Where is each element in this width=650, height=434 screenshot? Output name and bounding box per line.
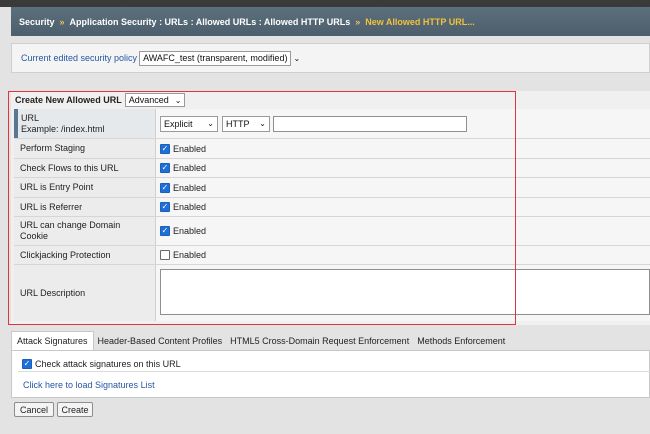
check-flows-checkbox[interactable]: ✓: [160, 163, 170, 173]
entry-point-cell: ✓ Enabled: [156, 178, 650, 197]
perform-staging-row: Perform Staging ✓ Enabled: [14, 139, 650, 159]
url-type-value: Explicit: [164, 118, 193, 129]
url-example: Example: /index.html: [21, 123, 105, 134]
perform-staging-checkbox[interactable]: ✓: [160, 143, 170, 154]
referrer-label: URL is Referrer: [14, 198, 156, 216]
create-title: Create New Allowed URL: [15, 95, 122, 105]
domain-cookie-cell: ✓ Enabled: [156, 217, 650, 245]
referrer-row: URL is Referrer ✓ Enabled: [14, 198, 650, 217]
url-label-cell: URL Example: /index.html: [14, 109, 156, 138]
policy-select[interactable]: AWAFC_test (transparent, modified) ⌄: [139, 50, 300, 66]
description-label: URL Description: [14, 265, 156, 321]
breadcrumb-separator-icon: »: [355, 16, 361, 27]
breadcrumb-root[interactable]: Security: [19, 17, 55, 27]
cancel-button[interactable]: Cancel: [14, 402, 54, 417]
domain-cookie-row: URL can change Domain Cookie ✓ Enabled: [14, 217, 650, 246]
check-flows-cell: ✓ Enabled: [156, 159, 650, 177]
signature-check-label: Check attack signatures on this URL: [35, 358, 181, 369]
clickjacking-row: Clickjacking Protection Enabled: [14, 246, 650, 265]
mode-select[interactable]: Advanced ⌄: [124, 93, 185, 107]
url-form: URL Example: /index.html Explicit ⌄ HTTP…: [14, 109, 650, 321]
top-strip: [0, 0, 650, 7]
url-value-cell: Explicit ⌄ HTTP ⌄: [156, 109, 650, 138]
breadcrumb-path[interactable]: Application Security : URLs : Allowed UR…: [70, 17, 351, 27]
clickjacking-cell: Enabled: [156, 246, 650, 264]
tab-attack-signatures[interactable]: Attack Signatures: [11, 331, 94, 350]
attack-signatures-panel: ✓ Check attack signatures on this URL Cl…: [11, 350, 650, 398]
url-label: URL: [21, 112, 40, 123]
chevron-down-icon: ⌄: [174, 95, 182, 105]
entry-point-row: URL is Entry Point ✓ Enabled: [14, 178, 650, 198]
load-signatures-link[interactable]: Click here to load Signatures List: [23, 380, 155, 390]
create-button[interactable]: Create: [57, 402, 93, 417]
breadcrumb-separator-icon: »: [59, 16, 65, 27]
url-row: URL Example: /index.html Explicit ⌄ HTTP…: [14, 109, 650, 139]
url-type-select[interactable]: Explicit ⌄: [160, 115, 218, 132]
clickjacking-value: Enabled: [173, 250, 207, 260]
clickjacking-checkbox[interactable]: [160, 250, 170, 260]
mode-select-value: Advanced: [128, 95, 169, 105]
domain-cookie-value: Enabled: [173, 226, 207, 236]
description-textarea[interactable]: [160, 269, 650, 315]
breadcrumb-current: New Allowed HTTP URL...: [365, 16, 475, 27]
signature-check-row: ✓ Check attack signatures on this URL: [18, 356, 650, 372]
signature-checkbox[interactable]: ✓: [22, 358, 32, 369]
policy-bar: Current edited security policy AWAFC_tes…: [11, 43, 650, 73]
entry-point-value: Enabled: [173, 182, 207, 193]
protocol-select[interactable]: HTTP ⌄: [222, 115, 270, 132]
policy-select-value: AWAFC_test (transparent, modified): [143, 53, 288, 63]
tab-header-content-profiles[interactable]: Header-Based Content Profiles: [94, 332, 227, 350]
tab-bar: Attack Signatures Header-Based Content P…: [11, 330, 650, 350]
referrer-cell: ✓ Enabled: [156, 198, 650, 216]
breadcrumb: Security » Application Security : URLs :…: [11, 7, 650, 36]
perform-staging-cell: ✓ Enabled: [156, 139, 650, 158]
chevron-down-icon: ⌄: [293, 53, 301, 63]
check-flows-row: Check Flows to this URL ✓ Enabled: [14, 159, 650, 178]
perform-staging-label: Perform Staging: [14, 139, 156, 158]
policy-label: Current edited security policy: [21, 53, 138, 63]
entry-point-label: URL is Entry Point: [14, 178, 156, 197]
protocol-value: HTTP: [226, 118, 250, 129]
referrer-checkbox[interactable]: ✓: [160, 202, 170, 212]
entry-point-checkbox[interactable]: ✓: [160, 182, 170, 193]
tab-html5-cross-domain[interactable]: HTML5 Cross-Domain Request Enforcement: [226, 332, 413, 350]
referrer-value: Enabled: [173, 202, 207, 212]
check-flows-label: Check Flows to this URL: [14, 159, 156, 177]
domain-cookie-label: URL can change Domain Cookie: [14, 217, 156, 245]
domain-cookie-checkbox[interactable]: ✓: [160, 226, 170, 236]
create-header: Create New Allowed URL Advanced ⌄: [11, 91, 185, 109]
url-input[interactable]: [273, 115, 467, 132]
description-cell: [156, 265, 650, 321]
perform-staging-value: Enabled: [173, 143, 207, 154]
clickjacking-label: Clickjacking Protection: [14, 246, 156, 264]
description-row: URL Description: [14, 265, 650, 321]
chevron-down-icon: ⌄: [207, 119, 214, 128]
check-flows-value: Enabled: [173, 163, 207, 173]
chevron-down-icon: ⌄: [259, 119, 266, 128]
tab-methods-enforcement[interactable]: Methods Enforcement: [413, 332, 509, 350]
